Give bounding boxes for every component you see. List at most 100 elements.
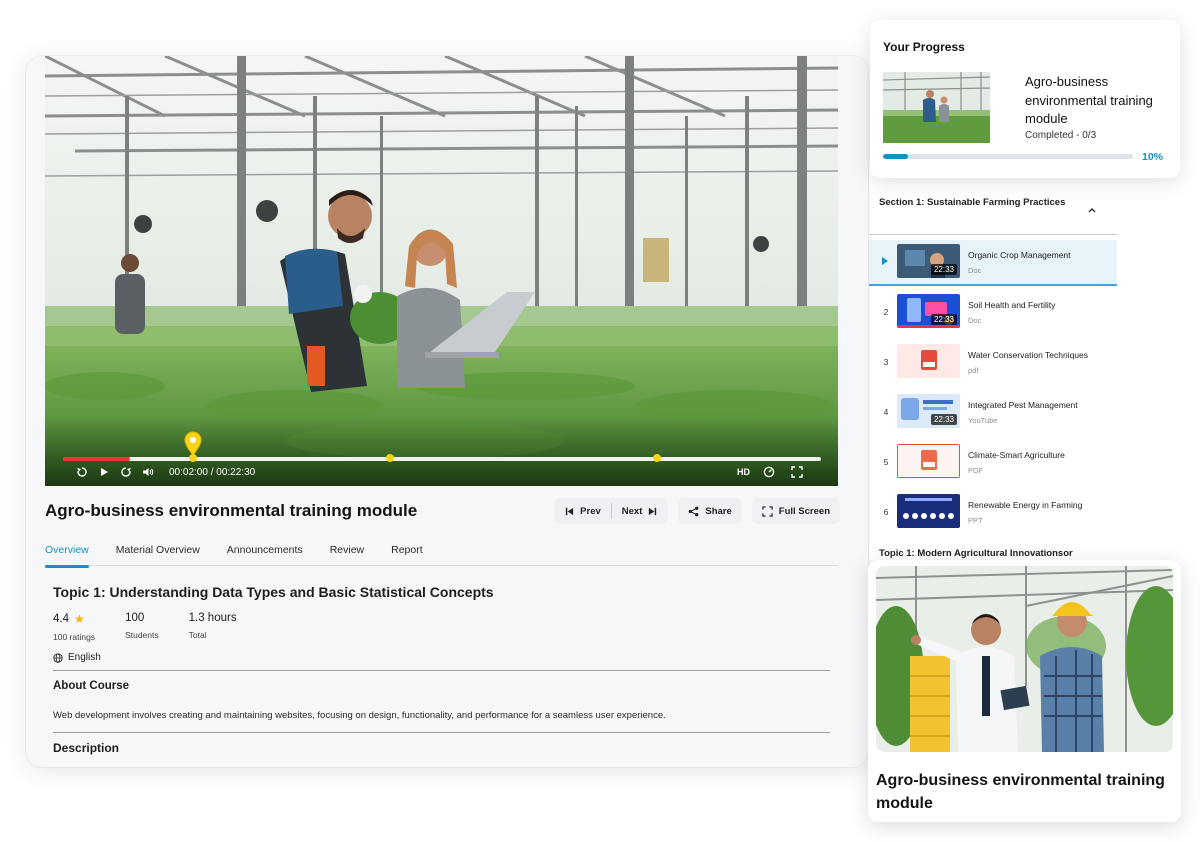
lesson-type: PDF: [968, 466, 983, 475]
about-course-text: Web development involves creating and ma…: [53, 710, 666, 721]
lesson-title[interactable]: Water Conservation Techniques: [968, 350, 1088, 360]
play-icon[interactable]: [95, 464, 113, 480]
progress-course-title[interactable]: Agro-business environmental training mod…: [1025, 73, 1165, 129]
about-course-heading: About Course: [53, 680, 130, 692]
topic-title: Topic 1: Understanding Data Types and Ba…: [53, 584, 494, 600]
tab-announcements[interactable]: Announcements: [227, 540, 303, 566]
lesson-number: 6: [883, 507, 889, 517]
progress-title: Your Progress: [883, 40, 965, 54]
lesson-title[interactable]: Organic Crop Management: [968, 250, 1071, 260]
video-player[interactable]: 00:02:00 / 00:22:30 HD: [45, 56, 838, 486]
forward-icon[interactable]: [117, 464, 135, 480]
featured-course-title: Agro-business environmental training mod…: [876, 772, 1165, 812]
lesson-type: Doc: [968, 316, 982, 325]
divider: [869, 234, 1117, 235]
lesson-number: 2: [883, 307, 889, 317]
chapter-marker[interactable]: [653, 454, 662, 462]
lesson-thumbnail[interactable]: 22:33: [897, 394, 960, 428]
next-label: Next: [621, 505, 643, 517]
tab-overview[interactable]: Overview: [45, 540, 89, 568]
course-title: Agro-business environmental training mod…: [45, 501, 418, 520]
lesson-number: 5: [883, 457, 889, 467]
divider: [53, 732, 830, 733]
lesson-thumbnail[interactable]: 22:33: [897, 244, 960, 278]
rating-value: 4.4: [53, 613, 69, 625]
lesson-type: YouTube: [968, 416, 998, 425]
quality-button[interactable]: HD: [737, 467, 750, 477]
students-stat: 100 Students: [125, 612, 159, 642]
expand-icon: [762, 505, 773, 517]
share-icon: [689, 506, 699, 516]
video-scrubber[interactable]: [63, 431, 821, 462]
globe-icon: [53, 652, 63, 663]
tab-review[interactable]: Review: [330, 540, 364, 566]
lesson-navigation: Prev Next: [554, 498, 669, 524]
next-topic-title[interactable]: Topic 1: Modern Agricultural Innovations…: [879, 548, 1073, 559]
course-stats: 4.4 ★ 100 ratings 100 Students 1.3 hours…: [53, 612, 267, 642]
course-thumbnail[interactable]: [883, 72, 990, 143]
featured-course-card[interactable]: Agro-business environmental training mod…: [868, 560, 1181, 822]
hours-stat: 1.3 hours Total: [189, 612, 237, 642]
share-button[interactable]: Share: [678, 498, 742, 524]
fullscreen-icon[interactable]: [788, 464, 806, 480]
video-action-bar: Prev Next Share Full Screen: [554, 498, 840, 524]
chevron-up-icon[interactable]: [1086, 204, 1098, 216]
language-info: English: [53, 652, 101, 663]
prev-label: Prev: [580, 505, 601, 517]
lesson-thumbnail[interactable]: [897, 494, 960, 528]
lesson-item[interactable]: 5 Climate-Smart Agriculture PDF: [869, 440, 1117, 486]
progress-card: Your Progress Agro-business environmenta…: [870, 20, 1180, 178]
lesson-title[interactable]: Soil Health and Fertility: [968, 300, 1055, 310]
progress-bar: [883, 154, 1133, 159]
description-heading: Description: [53, 741, 120, 755]
featured-course-image: [876, 566, 1173, 752]
lesson-thumbnail[interactable]: [897, 444, 960, 478]
chapter-marker[interactable]: [189, 454, 198, 462]
lesson-item[interactable]: 22:33 Organic Crop Management Doc: [869, 240, 1117, 286]
progress-percent: 10%: [1141, 151, 1163, 163]
progress-bar-fill: [883, 154, 908, 159]
students-label: Students: [125, 630, 159, 640]
lesson-type: Doc: [968, 266, 982, 275]
lesson-duration: 22:33: [930, 414, 957, 425]
lesson-title[interactable]: Renewable Energy in Farming: [968, 500, 1082, 510]
skip-next-icon: [649, 507, 657, 515]
lesson-number: 3: [883, 357, 889, 367]
lesson-duration: 22:33: [930, 314, 957, 325]
skip-previous-icon: [566, 507, 574, 515]
lesson-title[interactable]: Climate-Smart Agriculture: [968, 450, 1065, 460]
lesson-title[interactable]: Integrated Pest Management: [968, 400, 1078, 410]
students-value: 100: [125, 612, 145, 624]
rating-stat: 4.4 ★ 100 ratings: [53, 612, 95, 642]
completion-status: Completed - 0/3: [1025, 130, 1097, 141]
video-controls: 00:02:00 / 00:22:30 HD: [73, 464, 810, 480]
volume-icon[interactable]: [139, 464, 157, 480]
star-icon: ★: [74, 612, 85, 626]
next-button[interactable]: Next: [612, 498, 669, 524]
share-label: Share: [705, 505, 732, 517]
tab-report[interactable]: Report: [391, 540, 423, 566]
speed-gauge-icon[interactable]: [760, 464, 778, 480]
now-playing-icon: [882, 257, 888, 265]
section-title[interactable]: Section 1: Sustainable Farming Practices: [879, 196, 1089, 210]
lesson-thumbnail[interactable]: 22:33: [897, 294, 960, 328]
lesson-item[interactable]: 6 Renewable Energy in Farming PPT: [869, 490, 1117, 536]
lesson-number: 4: [883, 407, 889, 417]
chapter-marker[interactable]: [386, 454, 395, 462]
lesson-sidebar: Section 1: Sustainable Farming Practices…: [868, 168, 1118, 560]
lesson-duration: 22:33: [930, 264, 957, 275]
tab-material-overview[interactable]: Material Overview: [116, 540, 200, 566]
lesson-thumbnail[interactable]: [897, 344, 960, 378]
lesson-type: pdf: [968, 366, 979, 375]
language-value: English: [68, 652, 101, 663]
prev-button[interactable]: Prev: [554, 498, 611, 524]
rating-label: 100 ratings: [53, 632, 96, 642]
time-readout: 00:02:00 / 00:22:30: [169, 466, 256, 478]
lesson-item[interactable]: 3 Water Conservation Techniques pdf: [869, 340, 1117, 386]
rewind-icon[interactable]: [73, 464, 91, 480]
course-player-card: 00:02:00 / 00:22:30 HD Agro-business env…: [26, 56, 868, 767]
full-screen-button[interactable]: Full Screen: [751, 498, 840, 524]
lesson-item[interactable]: 2 22:33 Soil Health and Fertility Doc: [869, 290, 1117, 336]
lesson-item[interactable]: 4 22:33 Integrated Pest Management YouTube: [869, 390, 1117, 436]
hours-value: 1.3 hours: [188, 612, 237, 624]
